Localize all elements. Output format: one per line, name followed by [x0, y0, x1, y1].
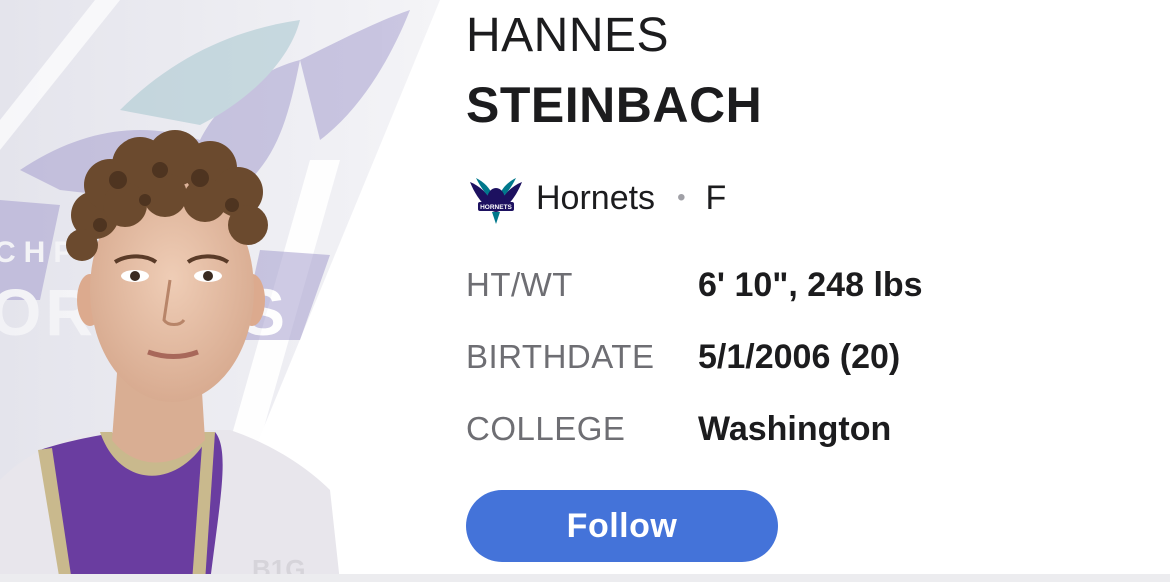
player-last-name: STEINBACH	[466, 77, 763, 133]
stat-value-ht-wt: 6' 10", 248 lbs	[698, 266, 923, 304]
team-logo-text: HORNETS	[480, 204, 512, 211]
player-hero: CHP ORNETS	[0, 0, 470, 582]
stat-label-college: COLLEGE	[466, 410, 626, 447]
player-info-panel: HANNES STEINBACH HORNETS Hornets • F HT/…	[466, 0, 1166, 582]
bottom-divider	[0, 574, 1170, 582]
stat-label-ht-wt: HT/WT	[466, 266, 573, 303]
hornets-logo-icon[interactable]: HORNETS	[466, 168, 526, 228]
stat-value-birthdate: 5/1/2006 (20)	[698, 338, 901, 376]
hero-art: CHP ORNETS	[0, 0, 440, 582]
stat-value-college: Washington	[698, 410, 892, 448]
stat-label-birthdate: BIRTHDATE	[466, 338, 655, 375]
team-name-link[interactable]: Hornets	[536, 179, 655, 218]
team-row: HORNETS Hornets • F	[466, 168, 726, 228]
separator-dot: •	[677, 184, 686, 211]
player-position: F	[705, 178, 727, 217]
follow-button[interactable]: Follow	[466, 490, 778, 562]
player-first-name: HANNES	[466, 9, 670, 62]
